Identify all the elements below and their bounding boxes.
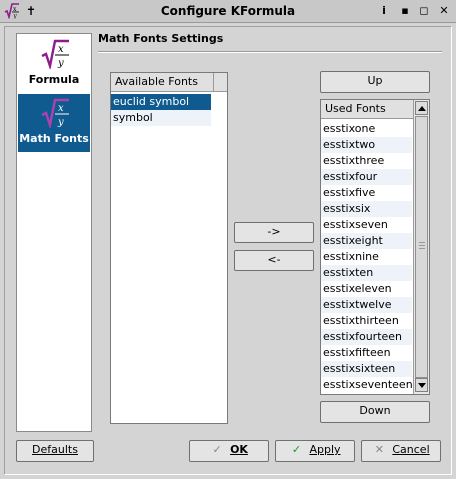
list-item[interactable]: esstixsixteen	[321, 361, 412, 377]
check-gray-icon: ✓	[212, 443, 222, 456]
grip-icon	[419, 245, 425, 246]
header-separator	[213, 73, 227, 92]
add-font-button[interactable]: ->	[234, 222, 314, 243]
used-fonts-list[interactable]: Used Fonts esstixone esstixtwo esstixthree…	[320, 99, 430, 395]
remove-font-button[interactable]: <-	[234, 250, 314, 271]
sidebar-item-label: Formula	[28, 73, 80, 86]
list-item[interactable]: esstixeleven	[321, 281, 412, 297]
list-item[interactable]: esstixeight	[321, 233, 412, 249]
svg-text:y: y	[57, 117, 64, 128]
sidebar-item-formula[interactable]: x y Formula	[18, 35, 90, 93]
svg-text:y: y	[57, 58, 64, 69]
formula-icon: x y	[41, 39, 69, 69]
scroll-down-arrow[interactable]	[415, 378, 428, 392]
grip-icon	[419, 242, 425, 243]
scroll-thumb[interactable]	[415, 116, 428, 378]
divider	[98, 51, 442, 53]
available-fonts-header[interactable]: Available Fonts	[111, 73, 227, 92]
scroll-up-arrow[interactable]	[415, 101, 428, 115]
cancel-label: Cancel	[392, 443, 430, 456]
math-fonts-icon: x y	[41, 98, 69, 128]
close-icon[interactable]: ✕	[436, 3, 452, 19]
apply-button[interactable]: ✓ Apply	[275, 440, 355, 462]
list-item[interactable]: esstixthirteen	[321, 313, 412, 329]
cancel-button[interactable]: ✕ Cancel	[361, 440, 441, 462]
section-title: Math Fonts Settings	[98, 32, 224, 45]
apply-label: Apply	[309, 443, 341, 456]
ok-button[interactable]: ✓ OK	[189, 440, 269, 462]
svg-text:x: x	[58, 103, 64, 114]
list-item[interactable]: esstixfour	[321, 169, 412, 185]
triangle-up-icon	[418, 106, 426, 111]
check-green-icon: ✓	[291, 443, 302, 456]
help-icon[interactable]: i	[376, 3, 392, 19]
list-item[interactable]: esstixsix	[321, 201, 412, 217]
list-item[interactable]: esstixtwo	[321, 137, 412, 153]
minimize-icon[interactable]: ▪	[397, 3, 413, 19]
title-bar[interactable]: x y ✝ Configure KFormula i ▪ ◻ ✕	[0, 0, 456, 23]
grip-icon	[419, 248, 425, 249]
list-item[interactable]: esstixfourteen	[321, 329, 412, 345]
sidebar-item-math-fonts[interactable]: x y Math Fonts	[18, 94, 90, 152]
used-fonts-scrollbar[interactable]	[413, 100, 429, 394]
sidebar: x y Formula x y Math Fonts	[16, 33, 92, 432]
defaults-label: Defaults	[32, 443, 78, 456]
x-icon: ✕	[374, 443, 384, 456]
sidebar-item-label: Math Fonts	[19, 132, 89, 145]
svg-text:x: x	[58, 44, 64, 55]
down-button[interactable]: Down	[320, 401, 430, 423]
list-item[interactable]: euclid symbol	[111, 94, 211, 110]
list-item[interactable]: esstixfifteen	[321, 345, 412, 361]
used-fonts-header-label: Used Fonts	[325, 102, 386, 115]
maximize-icon[interactable]: ◻	[416, 3, 432, 19]
list-item[interactable]: esstixone	[321, 121, 412, 137]
triangle-down-icon	[418, 383, 426, 388]
list-item[interactable]: symbol	[111, 110, 211, 126]
list-item[interactable]: esstixfive	[321, 185, 412, 201]
used-fonts-header[interactable]: Used Fonts	[321, 100, 413, 119]
list-item[interactable]: esstixten	[321, 265, 412, 281]
list-item[interactable]: esstixnine	[321, 249, 412, 265]
list-item[interactable]: esstixseven	[321, 217, 412, 233]
available-fonts-list[interactable]: Available Fonts euclid symbol symbol	[110, 72, 228, 424]
list-item[interactable]: esstixtwelve	[321, 297, 412, 313]
list-item[interactable]: esstixthree	[321, 153, 412, 169]
defaults-button[interactable]: Defaults	[16, 440, 94, 462]
up-button[interactable]: Up	[320, 71, 430, 93]
ok-label: OK	[230, 443, 248, 456]
list-item[interactable]: esstixseventeen	[321, 377, 413, 393]
available-fonts-header-label: Available Fonts	[115, 75, 198, 88]
